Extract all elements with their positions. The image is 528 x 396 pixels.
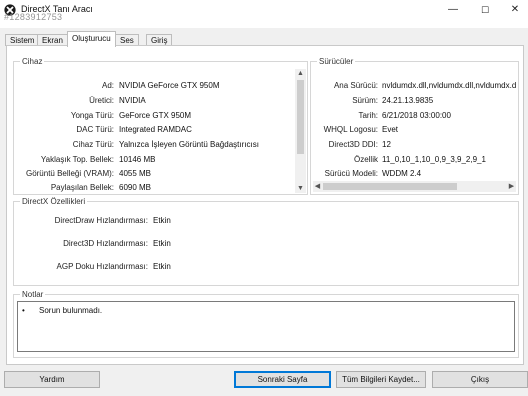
feature-value: Etkin [153,239,171,248]
driver-value: WDDM 2.4 [382,169,422,178]
note-item: Sorun bulunmadı. [39,306,103,315]
feature-value: Etkin [153,262,171,271]
device-label: Görüntü Belleği (VRAM): [25,169,114,178]
directx-features-group: DirectX Özellikleri DirectDraw Hızlandır… [13,196,519,286]
driver-label: WHQL Logosu: [323,125,378,134]
driver-label: Tarih: [358,111,378,120]
scroll-up-icon[interactable]: ▲ [295,69,306,78]
device-value: NVIDIA GeForce GTX 950M [119,81,220,90]
notes-heading: Notlar [20,289,46,300]
device-vertical-scrollbar[interactable]: ▲ ▼ [295,69,306,193]
device-label: Üretici: [89,96,114,105]
driver-value: 11_0,10_1,10_0,9_3,9_2,9_1 [382,155,486,164]
tab-olusturucu[interactable]: Oluşturucu [67,31,116,47]
minimize-button[interactable]: — [446,4,460,16]
device-value: NVIDIA [119,96,146,105]
device-label: DAC Türü: [76,125,114,134]
exit-button[interactable]: Çıkış [432,371,528,388]
device-label: Yaklaşık Top. Bellek: [40,155,114,164]
scroll-thumb[interactable] [323,183,457,190]
notes-group: Notlar • Sorun bulunmadı. [13,289,519,358]
next-page-button[interactable]: Sonraki Sayfa [234,371,331,388]
driver-label: Direct3D DDI: [328,140,378,149]
device-value: GeForce GTX 950M [119,111,192,120]
driver-value: Evet [382,125,399,134]
device-value: 4055 MB [119,169,152,178]
device-value: 10146 MB [119,155,156,164]
driver-value: 6/21/2018 03:00:00 [382,111,451,120]
driver-value: nvldumdx.dll,nvldumdx.dll,nvldumdx.dll [382,81,516,90]
feature-label: DirectDraw Hızlandırması: [54,216,148,225]
device-label: Cihaz Türü: [72,140,114,149]
scroll-down-icon[interactable]: ▼ [295,184,306,193]
driver-value: 12 [382,140,391,149]
tab-panel: Cihaz Ad: NVIDIA GeForce GTX 950M Üretic… [6,45,524,365]
drivers-group: Sürücüler Ana Sürücü: nvldumdx.dll,nvldu… [310,56,519,195]
feature-label: Direct3D Hızlandırması: [63,239,148,248]
help-button[interactable]: Yardım [4,371,100,388]
driver-label: Sürücü Modeli: [324,169,378,178]
driver-label: Sürüm: [352,96,378,105]
device-group: Cihaz Ad: NVIDIA GeForce GTX 950M Üretic… [13,56,308,195]
drivers-horizontal-scrollbar[interactable]: ◀ ▶ [313,181,516,192]
device-label: Yonga Türü: [70,111,114,120]
note-bullet: • [22,306,25,315]
save-all-info-button[interactable]: Tüm Bilgileri Kaydet... [336,371,426,388]
driver-value: 24.21.13.9835 [382,96,434,105]
close-button[interactable]: ✕ [508,4,522,16]
device-value: Yalnızca İşleyen Görüntü Bağdaştırıcısı [119,140,259,149]
device-heading: Cihaz [20,56,45,67]
scroll-left-icon[interactable]: ◀ [313,181,322,192]
directx-features-heading: DirectX Özellikleri [20,196,88,207]
scroll-right-icon[interactable]: ▶ [507,181,516,192]
feature-label: AGP Doku Hızlandırması: [56,262,148,271]
driver-label: Ana Sürücü: [333,81,378,90]
driver-label: Özellik [353,155,378,164]
device-value: 6090 MB [119,183,152,192]
device-label: Ad: [101,81,114,90]
notes-textbox[interactable]: • Sorun bulunmadı. [17,301,515,352]
device-label: Paylaşılan Bellek: [50,183,114,192]
feature-value: Etkin [153,216,171,225]
overlay-id-watermark: #1283912753 [4,12,63,22]
maximize-button[interactable]: ☐ [478,4,492,16]
scroll-thumb[interactable] [297,80,304,154]
device-value: Integrated RAMDAC [119,125,192,134]
